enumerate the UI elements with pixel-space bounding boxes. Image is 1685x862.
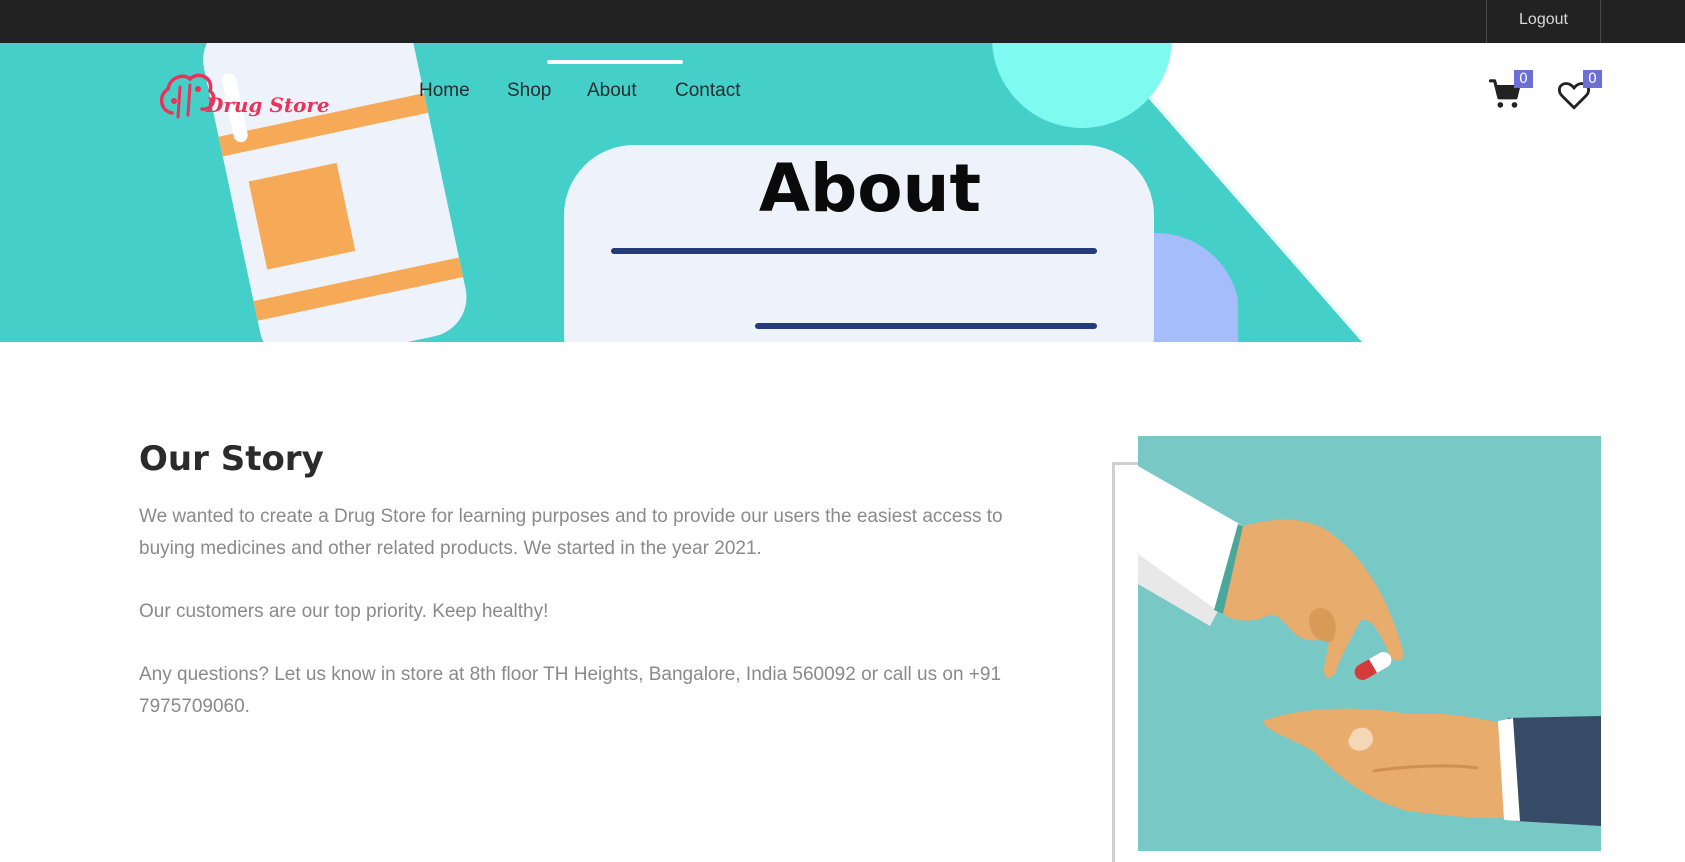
section-title: Our Story bbox=[139, 439, 324, 479]
favorites-count-badge: 0 bbox=[1583, 70, 1602, 88]
top-bar: Logout bbox=[0, 0, 1685, 43]
nav-contact[interactable]: Contact bbox=[675, 80, 740, 102]
active-nav-indicator bbox=[547, 60, 683, 64]
story-paragraph: We wanted to create a Drug Store for lea… bbox=[139, 506, 1003, 559]
story-paragraph: Our customers are our top priority. Keep… bbox=[139, 601, 549, 622]
story-paragraph: Any questions? Let us know in store at 8… bbox=[139, 664, 1002, 717]
nav-shop[interactable]: Shop bbox=[507, 80, 551, 102]
nav-about[interactable]: About bbox=[587, 80, 637, 102]
cart-count-badge: 0 bbox=[1514, 70, 1533, 88]
logout-button[interactable]: Logout bbox=[1486, 0, 1601, 43]
nav-home[interactable]: Home bbox=[419, 80, 470, 102]
story-illustration bbox=[1138, 436, 1601, 851]
brand-name: Drug Store bbox=[206, 93, 330, 117]
page-title: About bbox=[758, 150, 982, 227]
brand-logo[interactable]: Drug Store bbox=[158, 67, 330, 127]
